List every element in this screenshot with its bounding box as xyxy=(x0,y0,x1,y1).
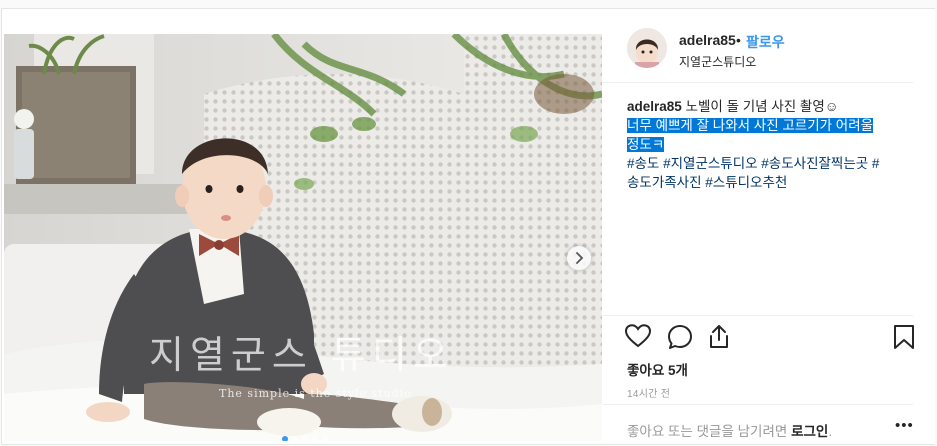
post-location[interactable]: 지열군스튜디오 xyxy=(679,53,756,70)
comment-bar: 좋아요 또는 댓글을 남기려면 로그인. ••• xyxy=(603,404,913,446)
caption-selected-text: 정도ㅋ xyxy=(627,137,665,152)
chevron-right-icon xyxy=(576,252,584,264)
carousel-dot xyxy=(322,436,328,441)
comment-prompt: 좋아요 또는 댓글을 남기려면 로그인. xyxy=(627,420,832,440)
comment-prompt-text: 좋아요 또는 댓글을 남기려면 xyxy=(627,424,788,439)
comment-prompt-period: . xyxy=(828,424,833,439)
caption-hashtags[interactable]: #송도 #지열군스튜디오 #송도사진잘찍는곳 # xyxy=(627,156,879,171)
bookmark-icon[interactable] xyxy=(893,324,915,350)
more-options-button[interactable]: ••• xyxy=(895,417,914,434)
post-username[interactable]: adelra85 xyxy=(679,32,736,48)
carousel-dot xyxy=(302,436,308,441)
post-header: adelra85 • 팔로우 지열군스튜디오 xyxy=(603,21,913,83)
photo-watermark: 지열군스 튜디오 xyxy=(149,333,454,377)
carousel-next-button[interactable] xyxy=(567,246,591,270)
caption-hashtags[interactable]: 송도가족사진 #스튜디오추천 xyxy=(627,175,787,190)
likes-count[interactable]: 좋아요 5개 xyxy=(627,359,688,379)
caption-selected-text: 너무 예쁘게 잘 나와서 사진 고르기가 어려울 xyxy=(627,118,874,133)
avatar-image xyxy=(627,28,667,68)
caption-username[interactable]: adelra85 xyxy=(627,99,682,114)
separator-dot: • xyxy=(736,32,741,48)
photo-scene xyxy=(4,34,602,441)
heart-icon[interactable] xyxy=(625,324,651,348)
post-caption: adelra85 노벨이 돌 기념 사진 촬영☺ 너무 예쁘게 잘 나와서 사진… xyxy=(627,97,917,192)
post-photo[interactable]: 지열군스 튜디오 The simple is the style studio xyxy=(4,34,602,441)
follow-button[interactable]: 팔로우 xyxy=(746,32,785,52)
post-timestamp[interactable]: 14시간 전 xyxy=(627,385,670,400)
comment-icon[interactable] xyxy=(667,324,693,350)
post-actions xyxy=(603,315,915,357)
avatar[interactable] xyxy=(627,28,667,68)
post-sidebar: adelra85 • 팔로우 지열군스튜디오 adelra85 노벨이 돌 기념… xyxy=(603,9,936,446)
instagram-post: 지열군스 튜디오 The simple is the style studio xyxy=(1,8,935,445)
photo-watermark-subtitle: The simple is the style studio xyxy=(219,387,412,400)
share-icon[interactable] xyxy=(707,324,731,350)
carousel-dot xyxy=(292,436,298,441)
carousel-dot xyxy=(282,436,288,441)
carousel-indicator xyxy=(282,436,328,441)
caption-text: 노벨이 돌 기념 사진 촬영☺ xyxy=(685,99,839,114)
carousel-dot xyxy=(312,436,318,441)
login-link[interactable]: 로그인 xyxy=(791,424,828,439)
